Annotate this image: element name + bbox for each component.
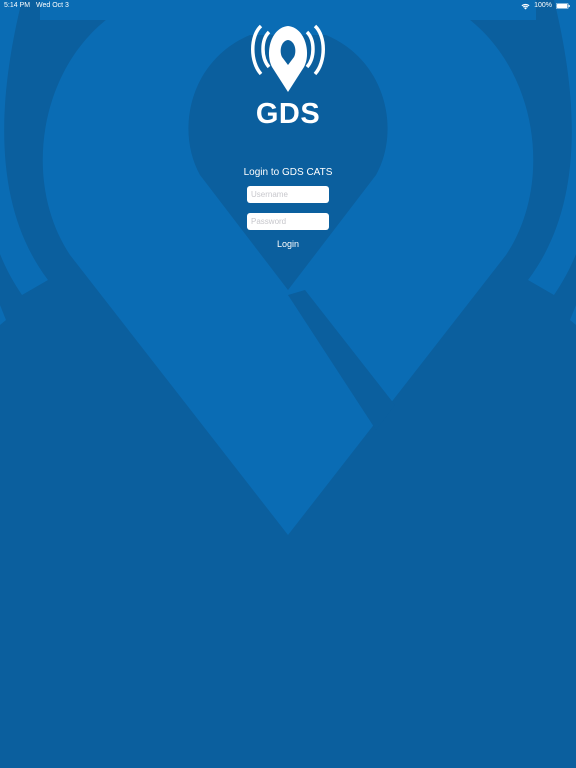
- brand-name: GDS: [255, 98, 321, 130]
- background-arc-left: [0, 0, 48, 295]
- status-bar: 5:14 PM Wed Oct 3 100%: [0, 0, 576, 12]
- wifi-icon: [521, 3, 530, 9]
- battery-icon: [556, 3, 570, 9]
- status-right: 100%: [521, 0, 570, 12]
- background-arc-left-small: [0, 305, 6, 325]
- status-time: 5:14 PM: [4, 2, 31, 9]
- status-date: Wed Oct 3: [36, 2, 69, 9]
- login-button[interactable]: Login: [258, 236, 318, 252]
- login-title: Login to GDS CATS: [243, 167, 333, 178]
- battery-percentage: 100%: [534, 2, 552, 9]
- username-input[interactable]: [247, 186, 329, 203]
- location-pin-signal-icon: [251, 24, 325, 92]
- login-screen: 5:14 PM Wed Oct 3 100% GDS Login to GDS …: [0, 0, 576, 768]
- background-arc-right: [528, 0, 576, 295]
- password-input[interactable]: [247, 213, 329, 230]
- background-arc-right-small: [570, 305, 576, 325]
